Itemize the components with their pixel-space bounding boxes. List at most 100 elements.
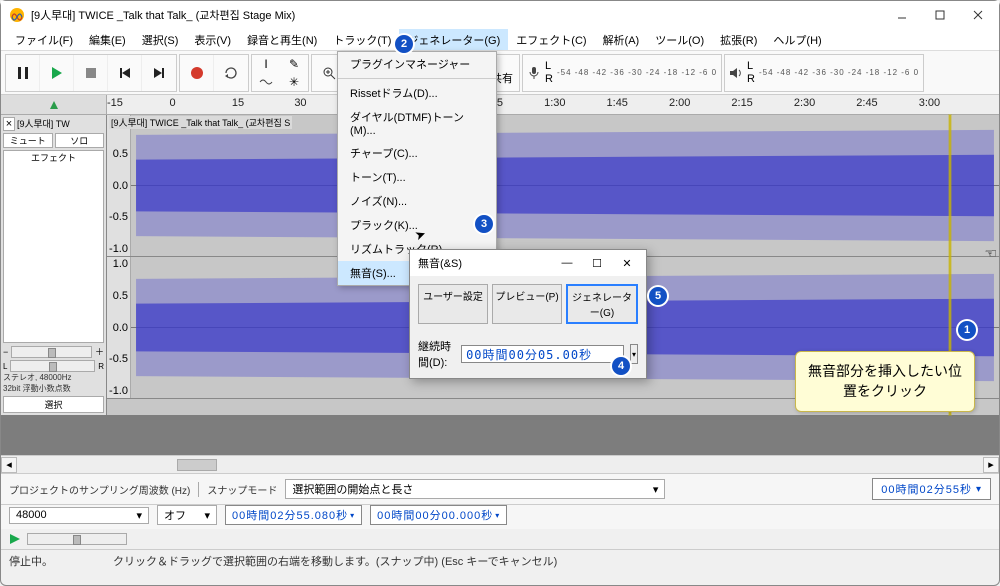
dialog-title: 無音(&S) [418, 255, 552, 271]
ruler-tick: 2:30 [794, 97, 815, 109]
pause-button[interactable] [6, 55, 40, 91]
ruler-tick: 15 [232, 97, 244, 109]
menu-analyze[interactable]: 解析(A) [595, 29, 648, 50]
record-button[interactable] [180, 55, 214, 91]
toolbar: I ✎ ✳ 音声を設定 音声を共有 LR -54 -48 -42 -36 -30… [1, 51, 999, 95]
menu-view[interactable]: 表示(V) [186, 29, 239, 50]
step-badge-5: 5 [649, 287, 667, 305]
scroll-thumb[interactable] [177, 459, 217, 471]
menu-help[interactable]: ヘルプ(H) [765, 29, 829, 50]
menu-edit[interactable]: 編集(E) [81, 29, 134, 50]
waveform-left[interactable] [131, 115, 999, 256]
track-control-panel: × [9人早대] TW ミュート ソロ エフェクト −＋ LR ステレオ, 48… [1, 115, 107, 415]
minimize-button[interactable] [883, 1, 921, 29]
preview-button[interactable]: プレビュー(P) [492, 284, 562, 324]
playback-state: 停止中。 [9, 553, 53, 569]
dialog-titlebar[interactable]: 無音(&S) — ☐ ✕ [410, 250, 646, 276]
menu-tone[interactable]: トーン(T)... [338, 165, 496, 189]
menu-tool[interactable]: ツール(O) [647, 29, 712, 50]
menu-record[interactable]: 録音と再生(N) [239, 29, 325, 50]
dialog-max-button[interactable]: ☐ [582, 251, 612, 275]
close-button[interactable] [959, 1, 997, 29]
maximize-button[interactable] [921, 1, 959, 29]
dialog-min-button[interactable]: — [552, 251, 582, 275]
stop-button[interactable] [74, 55, 108, 91]
duration-input[interactable] [461, 345, 624, 363]
menu-dtmf[interactable]: ダイヤル(DTMF)トーン(M)... [338, 105, 496, 141]
window-titlebar: [9人早대] TWICE _Talk that Talk_ (교차편집 Stag… [1, 1, 999, 29]
selection-length-field[interactable]: 00時間00分00.000秒▾ [370, 505, 507, 525]
ruler-tick: 1:45 [607, 97, 628, 109]
big-time-display[interactable]: 00時間02分55秒▾ [872, 478, 991, 500]
menu-select[interactable]: 選択(S) [134, 29, 187, 50]
draw-tool[interactable]: ✎ [280, 55, 308, 73]
menu-extra[interactable]: 拡張(R) [712, 29, 765, 50]
menu-plugin-manager[interactable]: プラグインマネージャー [338, 52, 496, 76]
loop-button[interactable] [214, 55, 248, 91]
track-close-button[interactable]: × [3, 117, 15, 131]
ruler-tick: 2:00 [669, 97, 690, 109]
gain-slider[interactable] [11, 346, 92, 358]
menu-track[interactable]: トラック(T) [325, 29, 399, 50]
ruler-tick: 30 [294, 97, 306, 109]
pin-icon [48, 99, 60, 111]
play-at-speed-bar [1, 529, 999, 549]
skip-end-button[interactable] [142, 55, 176, 91]
annotation-tooltip: 無音部分を挿入したい位置をクリック [795, 351, 975, 412]
selection-mode-dropdown[interactable]: 選択範囲の開始点と長さ▾ [285, 479, 665, 499]
amplitude-scale: 1.00.50.0-0.5-1.0 [107, 115, 131, 256]
ruler-tick: 0 [169, 97, 175, 109]
envelope-tool[interactable] [252, 73, 280, 91]
generate-button[interactable]: ジェネレーター(G) [566, 284, 638, 324]
sample-rate-label: プロジェクトのサンプリング周波数 (Hz) [9, 482, 190, 497]
menu-bar: ファイル(F) 編集(E) 選択(S) 表示(V) 録音と再生(N) トラック(… [1, 29, 999, 51]
preset-button[interactable]: ユーザー設定 [418, 284, 488, 324]
ruler-tick: -15 [107, 97, 123, 109]
track-name[interactable]: [9人早대] TW [17, 117, 104, 131]
menu-noise[interactable]: ノイズ(N)... [338, 189, 496, 213]
playback-meter[interactable]: LR -54 -48 -42 -36 -30 -24 -18 -12 -6 0 [724, 54, 924, 92]
record-meter[interactable]: LR -54 -48 -42 -36 -30 -24 -18 -12 -6 0 [522, 54, 722, 92]
selection-tool[interactable]: I [252, 55, 280, 73]
play-at-speed-button[interactable] [9, 533, 21, 545]
duration-unit-dropdown[interactable]: ▾ [630, 344, 638, 364]
hand-cursor-icon: ☜ [984, 245, 997, 262]
mic-meter-scale: -54 -48 -42 -36 -30 -24 -18 -12 -6 0 [557, 68, 717, 77]
snap-dropdown[interactable]: オフ▾ [157, 505, 217, 525]
dialog-close-button[interactable]: ✕ [612, 251, 642, 275]
menu-effect[interactable]: エフェクト(C) [508, 29, 594, 50]
selection-start-field[interactable]: 00時間02分55.080秒▾ [225, 505, 362, 525]
menu-file[interactable]: ファイル(F) [7, 29, 81, 50]
pan-slider[interactable] [10, 360, 95, 372]
spk-meter-scale: -54 -48 -42 -36 -30 -24 -18 -12 -6 0 [759, 68, 919, 77]
step-badge-3: 3 [475, 215, 493, 233]
menu-risset[interactable]: Rissetドラム(D)... [338, 81, 496, 105]
menu-generate[interactable]: ジェネレーター(G) [399, 29, 508, 50]
track-format-1: ステレオ, 48000Hz [3, 374, 104, 383]
duration-label: 継続時間(D): [418, 338, 455, 370]
horizontal-scrollbar[interactable]: ◂ ▸ [1, 455, 999, 473]
timeline-ruler[interactable]: -15 0 15 30 45 1:00 1:15 1:30 1:45 2:00 … [107, 95, 999, 114]
app-logo-icon [9, 7, 25, 23]
multi-tool[interactable]: ✳ [280, 73, 308, 91]
ruler-tick: 2:15 [731, 97, 752, 109]
mute-button[interactable]: ミュート [3, 133, 53, 148]
effects-button[interactable]: エフェクト [3, 150, 104, 343]
sample-rate-dropdown[interactable]: 48000▾ [9, 507, 149, 524]
mic-icon [527, 66, 541, 80]
scroll-left-button[interactable]: ◂ [1, 457, 17, 473]
amplitude-scale: 1.00.50.0-0.5-1.0 [107, 257, 131, 398]
step-badge-1: 1 [958, 321, 976, 339]
clip-title[interactable]: [9人早대] TWICE _Talk that Talk_ (교차편집 S [109, 116, 292, 129]
snap-label: スナップモード [198, 482, 277, 497]
play-button[interactable] [40, 55, 74, 91]
solo-button[interactable]: ソロ [55, 133, 105, 148]
selection-toolbar: プロジェクトのサンプリング周波数 (Hz) スナップモード 選択範囲の開始点と長… [1, 473, 999, 504]
menu-chirp[interactable]: チャープ(C)... [338, 141, 496, 165]
ruler-tick: 2:45 [856, 97, 877, 109]
skip-start-button[interactable] [108, 55, 142, 91]
scroll-right-button[interactable]: ▸ [983, 457, 999, 473]
empty-track-area[interactable] [1, 415, 999, 455]
speed-slider[interactable] [27, 533, 127, 545]
track-select-button[interactable]: 選択 [3, 396, 104, 413]
